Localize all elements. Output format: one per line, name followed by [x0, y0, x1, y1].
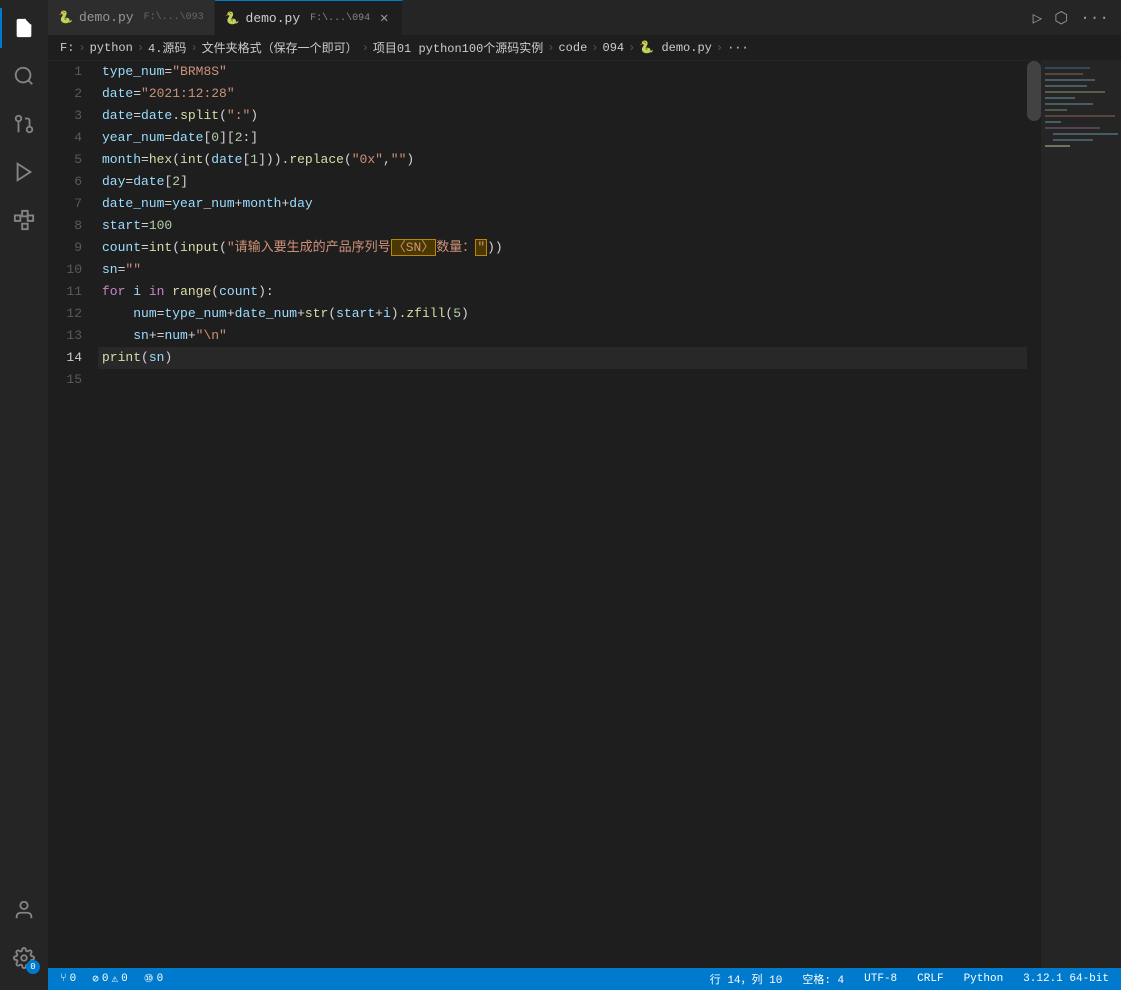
activity-icon-settings[interactable]: 0: [0, 934, 48, 982]
error-icon: ⊘: [92, 972, 99, 986]
minimap-svg: [1043, 63, 1119, 263]
line-num-12: 12: [48, 303, 98, 325]
tab-inactive[interactable]: 🐍 demo.py F:\...\093: [48, 0, 215, 35]
line-num-5: 5: [48, 149, 98, 171]
code-line-12: num=type_num+date_num+str(start+i).zfill…: [98, 303, 1027, 325]
activity-icon-git[interactable]: [0, 100, 48, 148]
status-errors[interactable]: ⊘ 0 ⚠ 0: [88, 968, 131, 990]
tab-active-label: demo.py: [246, 11, 301, 26]
breadcrumb-more[interactable]: ···: [727, 41, 749, 55]
split-editor-button[interactable]: ⬡: [1050, 6, 1072, 30]
tab-file-icon: 🐍: [58, 10, 73, 25]
tab-close-button[interactable]: ✕: [376, 10, 392, 26]
tab-inactive-path: F:\...\093: [144, 12, 204, 23]
remote-icon: ⑩: [144, 972, 154, 986]
python-version-label: 3.12.1 64-bit: [1023, 973, 1109, 985]
code-line-1: type_num="BRM8S": [98, 61, 1027, 83]
scrollbar-thumb[interactable]: [1027, 61, 1041, 121]
status-bar-right: 行 14，列 10 空格: 4 UTF-8 CRLF Python 3.12.1…: [706, 968, 1121, 990]
error-count: 0: [102, 973, 109, 985]
scrollbar-track[interactable]: [1027, 61, 1041, 968]
status-remote[interactable]: ⑩ 0: [140, 968, 167, 990]
breadcrumb: F: › python › 4.源码 › 文件夹格式（保存一个即可） › 项目0…: [48, 35, 1121, 61]
main-content: 🐍 demo.py F:\...\093 🐍 demo.py F:\...\09…: [48, 0, 1121, 990]
status-python-version[interactable]: 3.12.1 64-bit: [1019, 968, 1113, 990]
line-num-15: 15: [48, 369, 98, 391]
code-line-8: start=100: [98, 215, 1027, 237]
code-content[interactable]: type_num="BRM8S" date="2021:12:28" date=…: [98, 61, 1027, 968]
line-num-8: 8: [48, 215, 98, 237]
status-branch[interactable]: ⑂ 0: [56, 968, 80, 990]
line-num-13: 13: [48, 325, 98, 347]
breadcrumb-project[interactable]: 项目01 python100个源码实例: [373, 39, 543, 56]
tab-inactive-label: demo.py: [79, 10, 134, 25]
run-button[interactable]: ▷: [1029, 6, 1047, 30]
breadcrumb-f[interactable]: F:: [60, 41, 74, 55]
status-encoding[interactable]: UTF-8: [860, 968, 901, 990]
warning-count: 0: [121, 973, 128, 985]
line-num-4: 4: [48, 127, 98, 149]
code-line-14: print(sn): [98, 347, 1027, 369]
breadcrumb-code[interactable]: code: [558, 41, 587, 55]
cursor-position: 行 14，列 10: [710, 971, 783, 987]
breadcrumb-python[interactable]: python: [90, 41, 133, 55]
status-indent[interactable]: 空格: 4: [798, 968, 848, 990]
tab-bar: 🐍 demo.py F:\...\093 🐍 demo.py F:\...\09…: [48, 0, 1121, 35]
tab-active[interactable]: 🐍 demo.py F:\...\094 ✕: [215, 0, 404, 35]
encoding-label: UTF-8: [864, 973, 897, 985]
branch-icon: ⑂: [60, 973, 67, 985]
line-num-3: 3: [48, 105, 98, 127]
notification-badge: 0: [26, 960, 40, 974]
code-line-15: [98, 369, 1027, 391]
tab-active-icon: 🐍: [225, 11, 240, 26]
breadcrumb-folder[interactable]: 文件夹格式（保存一个即可）: [202, 39, 358, 56]
indent-label: 空格: 4: [802, 971, 844, 987]
more-actions-button[interactable]: ···: [1076, 7, 1113, 29]
code-line-9: count=int(input("请输入要生成的产品序列号〈SN〉数量：")): [98, 237, 1027, 259]
status-cursor[interactable]: 行 14，列 10: [706, 968, 787, 990]
activity-icon-extensions[interactable]: [0, 196, 48, 244]
line-num-11: 11: [48, 281, 98, 303]
code-line-6: day=date[2]: [98, 171, 1027, 193]
code-line-4: year_num=date[0][2:]: [98, 127, 1027, 149]
code-line-13: sn+=num+"\n": [98, 325, 1027, 347]
line-num-10: 10: [48, 259, 98, 281]
remote-label: 0: [157, 973, 164, 985]
code-line-10: sn="": [98, 259, 1027, 281]
activity-icon-files[interactable]: [0, 4, 48, 52]
status-language[interactable]: Python: [960, 968, 1008, 990]
code-line-5: month=hex(int(date[1])).replace("0x",""): [98, 149, 1027, 171]
code-line-3: date=date.split(":"): [98, 105, 1027, 127]
tab-actions: ▷ ⬡ ···: [1029, 0, 1121, 35]
tab-active-path: F:\...\094: [310, 13, 370, 24]
code-line-7: date_num=year_num+month+day: [98, 193, 1027, 215]
breadcrumb-094[interactable]: 094: [603, 41, 625, 55]
code-line-2: date="2021:12:28": [98, 83, 1027, 105]
activity-bar-bottom: 0: [0, 886, 48, 990]
editor-area: 1 2 3 4 5 6 7 8 9 10 11 12 13 14 15 type…: [48, 61, 1121, 968]
branch-label: 0: [70, 973, 77, 985]
line-ending-label: CRLF: [917, 973, 943, 985]
activity-icon-search[interactable]: [0, 52, 48, 100]
line-num-7: 7: [48, 193, 98, 215]
line-num-2: 2: [48, 83, 98, 105]
minimap: [1041, 61, 1121, 968]
warning-icon: ⚠: [111, 972, 118, 986]
status-bar-left: ⑂ 0 ⊘ 0 ⚠ 0 ⑩ 0: [48, 968, 167, 990]
status-bar: ⑂ 0 ⊘ 0 ⚠ 0 ⑩ 0 行 14，列 10 空格: 4 UTF-8: [48, 968, 1121, 990]
breadcrumb-file[interactable]: 🐍 demo.py: [639, 40, 712, 55]
activity-icon-account[interactable]: [0, 886, 48, 934]
code-line-11: for i in range(count):: [98, 281, 1027, 303]
breadcrumb-sources[interactable]: 4.源码: [148, 39, 186, 56]
status-line-ending[interactable]: CRLF: [913, 968, 947, 990]
activity-icon-debug[interactable]: [0, 148, 48, 196]
line-num-9: 9: [48, 237, 98, 259]
line-numbers: 1 2 3 4 5 6 7 8 9 10 11 12 13 14 15: [48, 61, 98, 968]
minimap-content: [1041, 61, 1121, 270]
activity-bar: 0: [0, 0, 48, 990]
line-num-14: 14: [48, 347, 98, 369]
line-num-6: 6: [48, 171, 98, 193]
language-label: Python: [964, 973, 1004, 985]
line-num-1: 1: [48, 61, 98, 83]
